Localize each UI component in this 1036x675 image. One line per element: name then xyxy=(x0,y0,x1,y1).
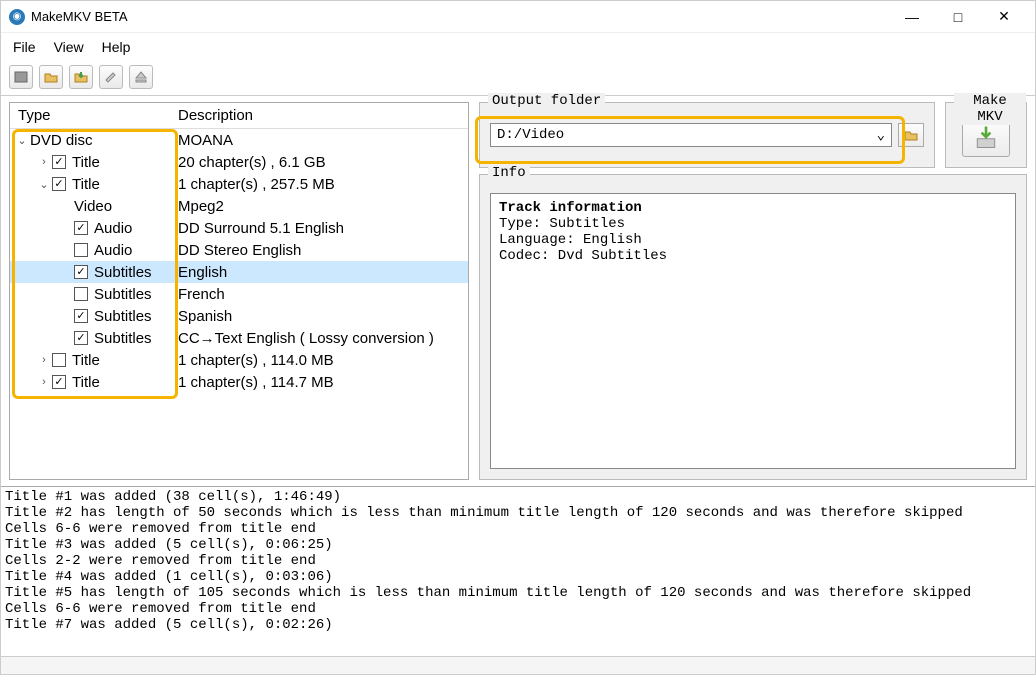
checkbox[interactable] xyxy=(74,243,88,257)
tree-row-label: DVD disc xyxy=(30,132,93,149)
tree-row[interactable]: ⌄ Title 1 chapter(s) , 257.5 MB xyxy=(10,173,468,195)
tree-row-label: Subtitles xyxy=(94,264,152,281)
tree-row-label: Audio xyxy=(94,242,132,259)
checkbox[interactable] xyxy=(52,375,66,389)
tree-body[interactable]: ⌄DVD discMOANA›Title20 chapter(s) , 6.1 … xyxy=(10,129,468,479)
tree-row[interactable]: Video Mpeg2 xyxy=(10,195,468,217)
info-body: Type: Subtitles Language: English Codec:… xyxy=(499,216,667,264)
output-folder-group: Output folder D:/Video ⌄ xyxy=(479,102,935,168)
checkbox[interactable] xyxy=(74,265,88,279)
browse-folder-button[interactable] xyxy=(898,123,924,147)
toolbar-eject[interactable] xyxy=(129,65,153,89)
tree-row-desc: Spanish xyxy=(178,308,468,325)
tree-row-desc: English xyxy=(178,264,468,281)
titlebar: ◉ MakeMKV BETA — □ ✕ xyxy=(1,1,1035,33)
minimize-button[interactable]: — xyxy=(889,1,935,33)
tree-row-desc: 1 chapter(s) , 114.0 MB xyxy=(178,352,468,369)
output-folder-legend: Output folder xyxy=(488,93,605,109)
log-area[interactable]: Title #1 was added (38 cell(s), 1:46:49)… xyxy=(1,486,1035,656)
tree-row-desc: 1 chapter(s) , 257.5 MB xyxy=(178,176,468,193)
tree-header-desc[interactable]: Description xyxy=(178,107,253,124)
tree-row-label: Title xyxy=(72,154,100,171)
tree-row[interactable]: Audio DD Stereo English xyxy=(10,239,468,261)
tree-header-type[interactable]: Type xyxy=(18,107,178,124)
info-group: Info Track information Type: Subtitles L… xyxy=(479,174,1027,480)
chevron-down-icon: ⌄ xyxy=(877,127,885,144)
expand-icon[interactable]: › xyxy=(38,376,50,388)
tree-row-label: Subtitles xyxy=(94,330,152,347)
toolbar xyxy=(1,61,1035,96)
toolbar-settings[interactable] xyxy=(99,65,123,89)
tree-row-desc: DD Surround 5.1 English xyxy=(178,220,468,237)
tree-row[interactable]: Subtitles English xyxy=(10,261,468,283)
maximize-button[interactable]: □ xyxy=(935,1,981,33)
info-legend: Info xyxy=(488,165,530,181)
tree-row-desc: French xyxy=(178,286,468,303)
tree-row[interactable]: Subtitles French xyxy=(10,283,468,305)
tree-row-label: Audio xyxy=(94,220,132,237)
info-text: Track information Type: Subtitles Langua… xyxy=(490,193,1016,469)
toolbar-open-file[interactable] xyxy=(39,65,63,89)
toolbar-save[interactable] xyxy=(69,65,93,89)
tree-row-desc: CC→Text English ( Lossy conversion ) xyxy=(178,330,468,347)
menubar: File View Help xyxy=(1,33,1035,61)
checkbox[interactable] xyxy=(52,353,66,367)
tree-row[interactable]: Subtitles Spanish xyxy=(10,305,468,327)
statusbar xyxy=(1,656,1035,674)
checkbox[interactable] xyxy=(74,309,88,323)
tree-row-label: Title xyxy=(72,352,100,369)
output-folder-combo[interactable]: D:/Video ⌄ xyxy=(490,123,892,147)
window-title: MakeMKV BETA xyxy=(31,9,128,24)
toolbar-open-disc[interactable] xyxy=(9,65,33,89)
menu-view[interactable]: View xyxy=(52,37,86,57)
tree-row[interactable]: › Title 1 chapter(s) , 114.7 MB xyxy=(10,371,468,393)
tree-row-desc: 1 chapter(s) , 114.7 MB xyxy=(178,374,468,391)
make-mkv-legend: Make MKV xyxy=(954,93,1026,125)
tree-row[interactable]: › Title 1 chapter(s) , 114.0 MB xyxy=(10,349,468,371)
tree-row[interactable]: › Title 20 chapter(s) , 6.1 GB xyxy=(10,151,468,173)
tree-row-label: Title xyxy=(72,374,100,391)
menu-file[interactable]: File xyxy=(11,37,38,57)
expand-icon[interactable]: ⌄ xyxy=(38,178,50,191)
tree-row-desc: MOANA xyxy=(178,132,468,149)
menu-help[interactable]: Help xyxy=(100,37,133,57)
tree-row-desc: Mpeg2 xyxy=(178,198,468,215)
expand-icon[interactable]: › xyxy=(38,156,50,168)
expand-icon[interactable]: ⌄ xyxy=(16,134,28,147)
tree-row[interactable]: Subtitles CC→Text English ( Lossy convers… xyxy=(10,327,468,349)
make-mkv-group: Make MKV xyxy=(945,102,1027,168)
checkbox[interactable] xyxy=(74,331,88,345)
right-panel: Output folder D:/Video ⌄ Make MKV xyxy=(479,102,1027,480)
checkbox[interactable] xyxy=(74,221,88,235)
tree-panel: Type Description ⌄DVD discMOANA›Title20 … xyxy=(9,102,469,480)
tree-row-desc: 20 chapter(s) , 6.1 GB xyxy=(178,154,468,171)
info-heading: Track information xyxy=(499,200,642,216)
checkbox[interactable] xyxy=(52,177,66,191)
tree-row-label: Subtitles xyxy=(94,308,152,325)
main-area: Type Description ⌄DVD discMOANA›Title20 … xyxy=(1,96,1035,486)
tree-row-label: Title xyxy=(72,176,100,193)
close-button[interactable]: ✕ xyxy=(981,1,1027,33)
tree-row[interactable]: ⌄DVD disc MOANA xyxy=(10,129,468,151)
tree-row-desc: DD Stereo English xyxy=(178,242,468,259)
tree-row-label: Video xyxy=(74,198,112,215)
tree-row-label: Subtitles xyxy=(94,286,152,303)
checkbox[interactable] xyxy=(74,287,88,301)
tree-header: Type Description xyxy=(10,103,468,129)
checkbox[interactable] xyxy=(52,155,66,169)
expand-icon[interactable]: › xyxy=(38,354,50,366)
tree-row[interactable]: Audio DD Surround 5.1 English xyxy=(10,217,468,239)
output-folder-value: D:/Video xyxy=(497,127,564,143)
app-icon: ◉ xyxy=(9,9,25,25)
